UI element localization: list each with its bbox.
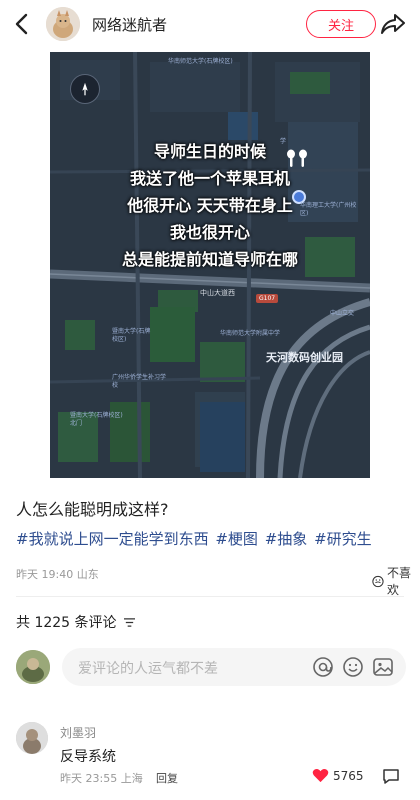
comment-item: 刘墨羽 反导系统 昨天 23:55 上海 回复 5765 bbox=[16, 722, 408, 792]
post-image-map[interactable]: 华南师范大学(石牌校区) 学 华南理工大学(广州校区) 中山大道西 G107 中… bbox=[50, 52, 370, 478]
road-shield: G107 bbox=[256, 294, 279, 303]
dislike-icon bbox=[372, 575, 384, 587]
comment-date: 昨天 23:55 bbox=[60, 772, 118, 785]
tag-link[interactable]: #梗图 bbox=[215, 530, 258, 548]
caption-line: 总是能提前知道导师在哪 bbox=[121, 250, 298, 269]
dislike-label: 不喜欢 bbox=[386, 566, 411, 597]
my-avatar[interactable] bbox=[16, 650, 50, 684]
comment-location: 上海 bbox=[120, 772, 143, 785]
map-label: 广州华侨学生补习学校 bbox=[112, 374, 167, 389]
back-arrow-icon[interactable] bbox=[10, 10, 34, 38]
divider bbox=[16, 596, 404, 597]
post-meta: 昨天 19:40 山东 bbox=[16, 566, 99, 582]
post-date: 昨天 19:40 bbox=[16, 568, 74, 581]
post-title: 人怎么能聪明成这样? bbox=[16, 500, 169, 519]
map-label: 华南师范大学附属中学 bbox=[220, 330, 281, 337]
commenter-name[interactable]: 刘墨羽 bbox=[60, 724, 96, 741]
commenter-avatar[interactable] bbox=[16, 722, 48, 754]
comment-icon[interactable] bbox=[382, 768, 400, 784]
like-count: 5765 bbox=[333, 768, 364, 783]
map-label: 暨南大学(石牌校区) bbox=[112, 328, 151, 343]
caption-line: 我也很开心 bbox=[169, 223, 250, 242]
top-bar: 网络迷航者 关注 bbox=[0, 0, 420, 48]
author-name[interactable]: 网络迷航者 bbox=[92, 14, 167, 35]
author-avatar[interactable] bbox=[46, 7, 80, 41]
tag-link[interactable]: #我就说上网一定能学到东西 bbox=[16, 530, 209, 548]
map-label: 中山立交 bbox=[330, 310, 355, 317]
share-icon[interactable] bbox=[380, 12, 406, 36]
like-button[interactable]: 5765 bbox=[312, 768, 364, 783]
post-tags: #我就说上网一定能学到东西 #梗图 #抽象 #研究生 bbox=[16, 528, 374, 549]
comment-input-row: 爱评论的人运气都不差 bbox=[16, 648, 408, 688]
heart-icon bbox=[312, 768, 329, 783]
follow-button[interactable]: 关注 bbox=[306, 10, 376, 38]
map-label-tianhe: 天河数码创业园 bbox=[266, 351, 343, 364]
comment-count-label: 共 1225 条评论 bbox=[16, 615, 117, 631]
comment-text: 反导系统 bbox=[60, 749, 116, 765]
map-label: 华南师范大学(石牌校区) bbox=[168, 58, 233, 65]
emoji-icon[interactable] bbox=[342, 656, 364, 678]
caption-line: 导师生日的时候 bbox=[153, 142, 266, 161]
reply-button[interactable]: 回复 bbox=[156, 770, 178, 786]
image-icon[interactable] bbox=[372, 656, 394, 678]
post-location: 山东 bbox=[76, 568, 99, 581]
comment-input[interactable]: 爱评论的人运气都不差 bbox=[62, 648, 406, 686]
caption-line: 我送了他一个苹果耳机 bbox=[129, 169, 290, 188]
dislike-button[interactable]: 不喜欢 bbox=[372, 564, 420, 598]
comment-input-placeholder: 爱评论的人运气都不差 bbox=[78, 661, 218, 677]
road-label: 中山大道西 bbox=[200, 289, 235, 297]
comment-meta: 昨天 23:55 上海 bbox=[60, 770, 143, 786]
sort-icon[interactable] bbox=[123, 617, 136, 628]
tag-link[interactable]: #抽象 bbox=[265, 530, 308, 548]
tag-link[interactable]: #研究生 bbox=[314, 530, 372, 548]
map-label: 暨南大学(石牌校区)北门 bbox=[70, 412, 123, 427]
caption-line: 他很开心 天天带在身上 bbox=[127, 196, 293, 215]
at-icon[interactable] bbox=[312, 656, 334, 678]
comment-count: 共 1225 条评论 bbox=[16, 612, 136, 632]
north-arrow-icon bbox=[70, 74, 100, 104]
